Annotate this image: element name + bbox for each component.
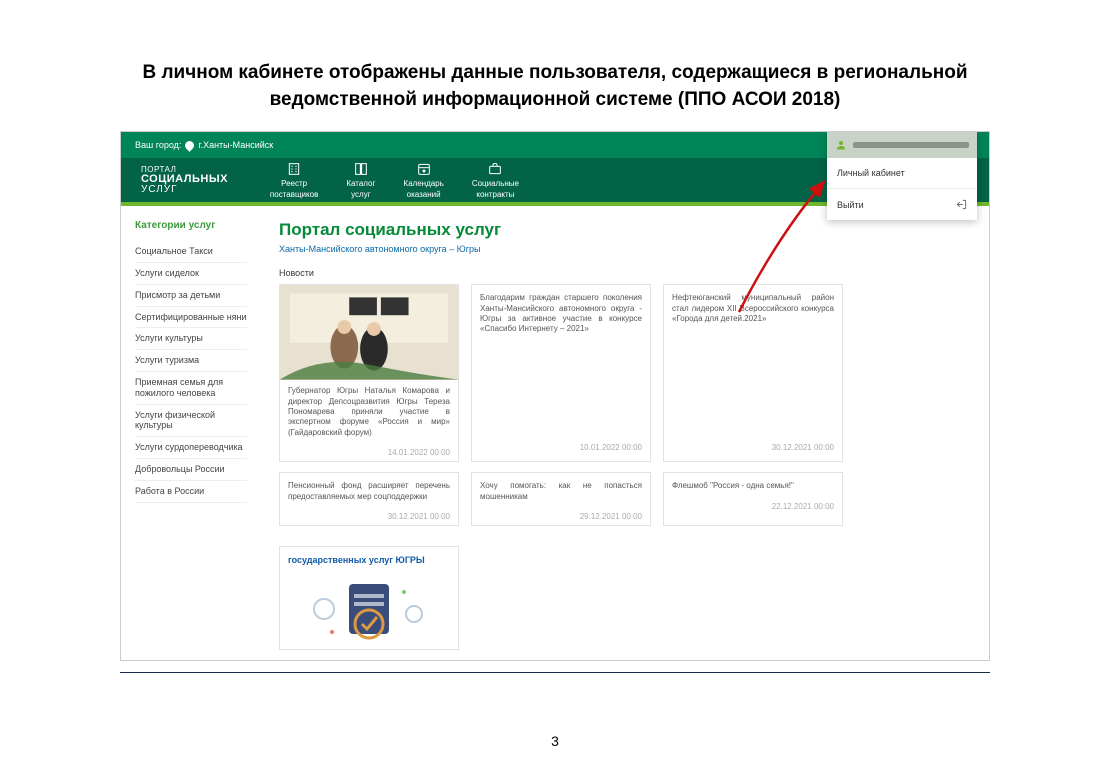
promo-illustration [280,569,458,649]
sidebar-item[interactable]: Услуги культуры [135,328,247,350]
nav-label-l1: Социальные [472,179,519,188]
nav-label-l2: услуг [351,190,371,199]
book-icon [353,161,369,177]
news-card[interactable]: Флешмоб "Россия - одна семья!" 22.12.202… [663,472,843,526]
nav-item-registry[interactable]: Реестр поставщиков [270,161,318,199]
location-pin-icon [184,139,197,152]
sidebar-item[interactable]: Сертифицированные няни [135,307,247,329]
news-card-date: 30.12.2021 00:00 [288,512,450,522]
nav-label-l2: контракты [476,190,514,199]
main-content: Портал социальных услуг Ханты-Мансийског… [261,206,989,660]
brand-line3: УСЛУГ [141,185,228,195]
content: Категории услуг Социальное Такси Услуги … [121,206,989,660]
user-dropdown-header[interactable] [827,132,977,158]
nav-item-calendar[interactable]: Календарь оказаний [403,161,443,199]
news-column: Благодарим граждан старшего поколения Ха… [471,284,651,650]
calendar-icon [416,161,432,177]
document-title-line2: ведомственной информационной системе (ПП… [60,87,1050,114]
city-label: Ваш город: [135,140,181,150]
news-card-date: 14.01.2022 00:00 [288,448,450,458]
user-name-placeholder [853,142,969,148]
sidebar-item[interactable]: Присмотр за детьми [135,285,247,307]
news-card[interactable]: Пенсионный фонд расширяет перечень предо… [279,472,459,526]
news-card[interactable]: Хочу помогать: как не попасться мошенник… [471,472,651,526]
news-card[interactable]: Благодарим граждан старшего поколения Ха… [471,284,651,462]
news-card-text: Губернатор Югры Наталья Комарова и дирек… [288,386,450,438]
briefcase-icon [487,161,503,177]
news-card-text: Хочу помогать: как не попасться мошенник… [480,481,642,502]
nav-item-catalog[interactable]: Каталог услуг [346,161,375,199]
news-section-label: Новости [279,268,971,278]
document-title-line1: В личном кабинете отображены данные поль… [60,60,1050,87]
menu-logout[interactable]: Выйти [827,189,977,220]
promo-card[interactable]: государственных услуг ЮГРЫ [279,546,459,650]
news-card-date: 30.12.2021 00:00 [772,443,834,453]
news-card[interactable]: Губернатор Югры Наталья Комарова и дирек… [279,284,459,462]
brand-logo[interactable]: ПОРТАЛ СОЦИАЛЬНЫХ УСЛУГ [121,166,242,195]
sidebar-title: Категории услуг [135,220,247,231]
nav-item-contracts[interactable]: Социальные контракты [472,161,519,199]
nav-label-l1: Календарь [403,179,443,188]
nav-label-l2: поставщиков [270,190,318,199]
city-value[interactable]: г.Ханты-Мансийск [198,140,273,150]
promo-title: государственных услуг ЮГРЫ [280,547,458,569]
news-card-date: 22.12.2021 00:00 [672,502,834,512]
page-subtitle: Ханты-Мансийского автономного округа – Ю… [279,244,971,254]
sidebar-item[interactable]: Услуги сиделок [135,263,247,285]
footer-rule [120,672,990,673]
news-card-date: 29.12.2021 00:00 [480,512,642,522]
screenshot-frame: Личный кабинет Выйти Ваш город: г.Ханты-… [120,131,990,661]
menu-personal-cabinet-label: Личный кабинет [837,168,905,178]
nav-label-l2: оказаний [407,190,441,199]
user-icon [835,139,847,151]
sidebar-item[interactable]: Услуги туризма [135,350,247,372]
news-column: Нефтеюганский муниципальный район стал л… [663,284,843,650]
news-photo [280,285,458,380]
sidebar-item[interactable]: Приемная семья для пожилого человека [135,372,247,405]
logout-icon [956,199,967,210]
news-card-text: Благодарим граждан старшего поколения Ха… [480,293,642,335]
news-card-text: Нефтеюганский муниципальный район стал л… [672,293,834,324]
news-grid: Губернатор Югры Наталья Комарова и дирек… [279,284,971,650]
photo-illustration [280,285,458,380]
menu-personal-cabinet[interactable]: Личный кабинет [827,158,977,189]
news-card-text: Флешмоб "Россия - одна семья!" [672,481,834,491]
menu-logout-label: Выйти [837,200,864,210]
user-dropdown: Личный кабинет Выйти [827,132,977,220]
sidebar-item[interactable]: Услуги сурдопереводчика [135,437,247,459]
news-card-date: 10.01.2022 00:00 [580,443,642,453]
sidebar-item[interactable]: Социальное Такси [135,241,247,263]
news-card[interactable]: Нефтеюганский муниципальный район стал л… [663,284,843,462]
page-title: Портал социальных услуг [279,220,971,240]
brand-text: ПОРТАЛ СОЦИАЛЬНЫХ УСЛУГ [141,166,228,195]
document-title: В личном кабинете отображены данные поль… [0,0,1110,113]
sidebar-item[interactable]: Добровольцы России [135,459,247,481]
sidebar: Категории услуг Социальное Такси Услуги … [121,206,261,660]
news-card-text: Пенсионный фонд расширяет перечень предо… [288,481,450,502]
nav-items: Реестр поставщиков Каталог услуг Календа… [270,161,519,199]
sidebar-item[interactable]: Услуги физической культуры [135,405,247,438]
news-column: Губернатор Югры Наталья Комарова и дирек… [279,284,459,650]
building-icon [286,161,302,177]
nav-label-l1: Каталог [346,179,375,188]
nav-label-l1: Реестр [281,179,307,188]
sidebar-item[interactable]: Работа в России [135,481,247,503]
page-number: 3 [0,733,1110,749]
